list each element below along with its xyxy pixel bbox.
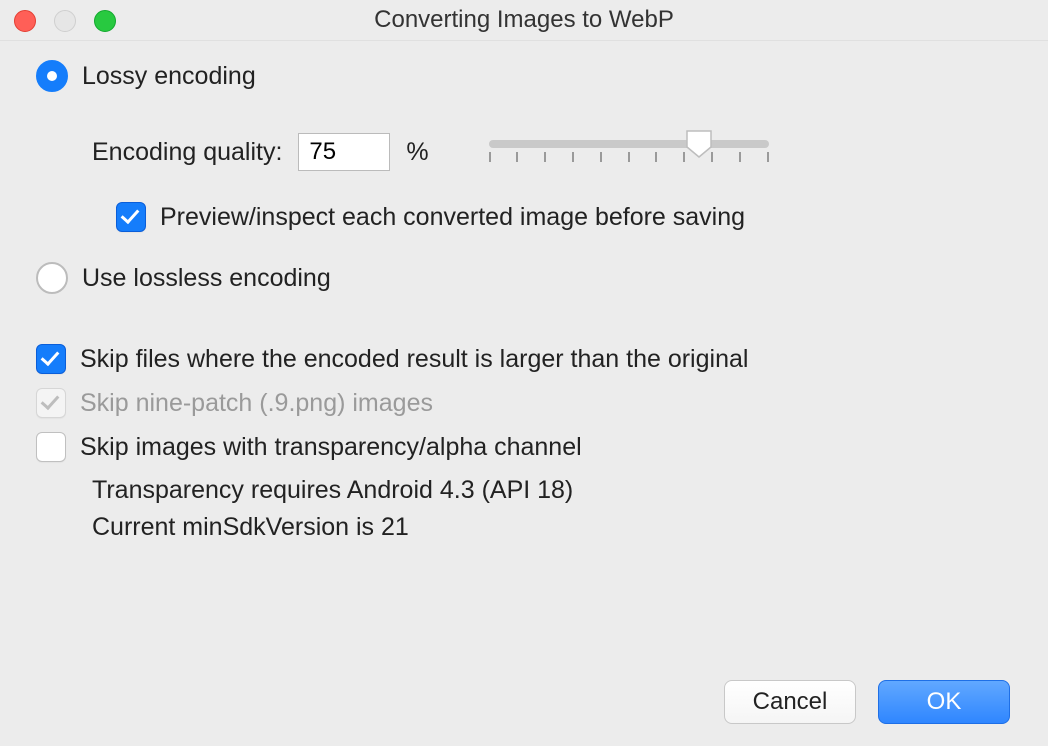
label-lossy: Lossy encoding: [82, 62, 256, 91]
minimize-icon[interactable]: [54, 10, 76, 32]
titlebar: Converting Images to WebP: [0, 0, 1048, 41]
cancel-button-label: Cancel: [753, 688, 828, 716]
checkbox-preview[interactable]: [116, 202, 146, 232]
window-controls: [14, 10, 116, 32]
dialog-content: Lossy encoding Encoding quality: % Previ…: [36, 60, 1012, 542]
radio-lossy[interactable]: [36, 60, 68, 92]
close-icon[interactable]: [14, 10, 36, 32]
row-skip-alpha: Skip images with transparency/alpha chan…: [36, 432, 1012, 462]
ok-button[interactable]: OK: [878, 680, 1010, 724]
checkbox-skip-ninepatch: [36, 388, 66, 418]
quality-slider[interactable]: [489, 132, 769, 172]
row-skip-larger: Skip files where the encoded result is l…: [36, 344, 1012, 374]
slider-ticks: [489, 152, 769, 162]
label-preview: Preview/inspect each converted image bef…: [160, 203, 745, 232]
zoom-icon[interactable]: [94, 10, 116, 32]
label-skip-ninepatch: Skip nine-patch (.9.png) images: [80, 389, 433, 418]
label-quality: Encoding quality:: [92, 138, 282, 167]
checkbox-skip-alpha[interactable]: [36, 432, 66, 462]
label-lossless: Use lossless encoding: [82, 264, 331, 293]
radio-lossless[interactable]: [36, 262, 68, 294]
note-alpha-requires: Transparency requires Android 4.3 (API 1…: [92, 476, 1012, 505]
row-preview: Preview/inspect each converted image bef…: [116, 202, 1012, 232]
label-quality-unit: %: [406, 138, 428, 167]
row-lossless-encoding: Use lossless encoding: [36, 262, 1012, 294]
label-skip-alpha: Skip images with transparency/alpha chan…: [80, 433, 582, 462]
cancel-button[interactable]: Cancel: [724, 680, 856, 724]
checkbox-skip-larger[interactable]: [36, 344, 66, 374]
ok-button-label: OK: [927, 688, 962, 716]
quality-input[interactable]: [298, 133, 390, 171]
label-skip-larger: Skip files where the encoded result is l…: [80, 345, 748, 374]
row-lossy-encoding: Lossy encoding: [36, 60, 1012, 92]
window-title: Converting Images to WebP: [0, 0, 1048, 40]
row-quality: Encoding quality: %: [92, 132, 1012, 172]
slider-track: [489, 140, 769, 148]
button-row: Cancel OK: [724, 680, 1010, 724]
row-skip-ninepatch: Skip nine-patch (.9.png) images: [36, 388, 1012, 418]
note-min-sdk: Current minSdkVersion is 21: [92, 513, 1012, 542]
